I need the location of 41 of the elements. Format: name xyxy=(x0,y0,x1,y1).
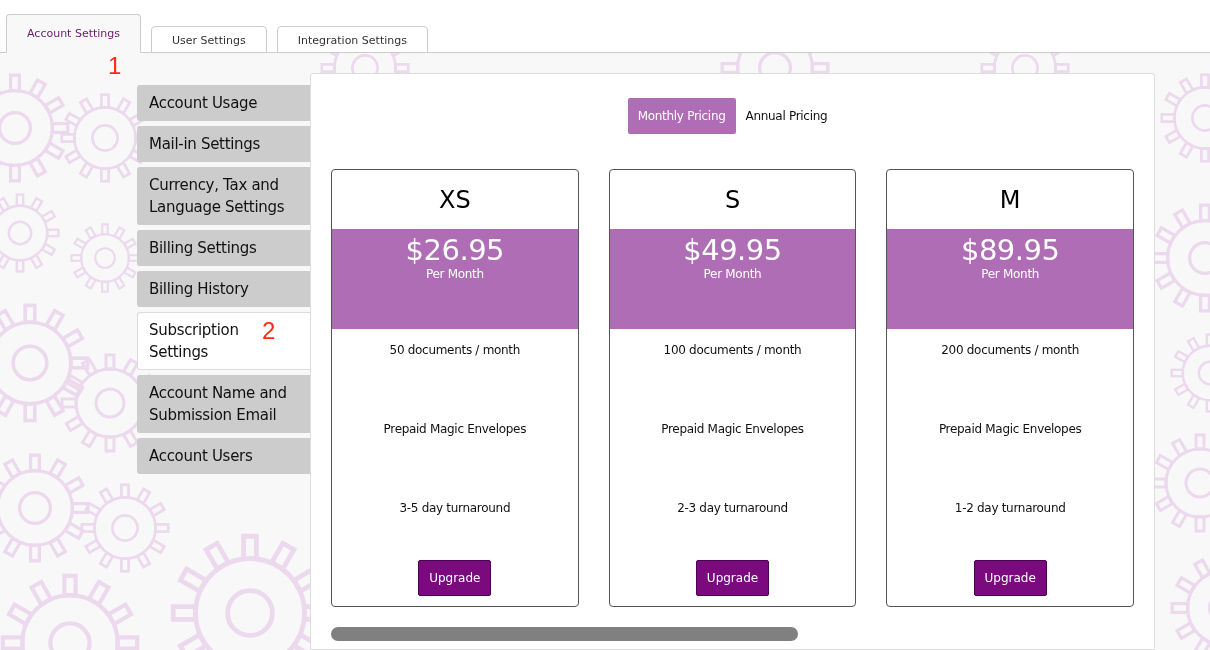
plan-feature: 100 documents / month xyxy=(663,342,802,359)
sidebar-item[interactable]: Billing History xyxy=(137,271,310,307)
plan-name: M xyxy=(999,184,1021,216)
sidebar-item[interactable]: Account Name and Submission Email xyxy=(137,375,310,433)
settings-tab[interactable]: Integration Settings xyxy=(276,26,428,53)
settings-tab[interactable]: Account Settings xyxy=(6,14,142,53)
plan-price: $49.95 xyxy=(683,233,782,267)
sidebar-item[interactable]: Mail-in Settings xyxy=(137,126,310,162)
price-period: Per Month xyxy=(425,267,484,281)
plan-feature: 50 documents / month xyxy=(389,342,521,359)
horizontal-scrollbar[interactable] xyxy=(331,627,798,641)
plan-feature: Prepaid Magic Envelopes xyxy=(661,421,804,438)
settings-tab[interactable]: User Settings xyxy=(151,26,267,53)
gear-icon xyxy=(70,223,140,293)
price-period: Per Month xyxy=(703,267,762,281)
annotation-number: 2 xyxy=(262,319,276,343)
sidebar-item[interactable]: Account Users xyxy=(137,438,310,474)
sidebar-item[interactable]: Account Usage xyxy=(137,85,310,121)
gear-icon xyxy=(0,303,90,423)
annotation-number: 1 xyxy=(108,54,122,78)
plan-price: $89.95 xyxy=(960,233,1060,267)
plan-feature: 200 documents / month xyxy=(941,342,1080,359)
sidebar-item[interactable]: Currency, Tax and Language Settings xyxy=(137,167,310,225)
price-period: Per Month xyxy=(981,267,1040,281)
plan-feature: 2-3 day turnaround xyxy=(677,500,788,517)
sidebar-item[interactable]: Billing Settings xyxy=(137,230,310,266)
plan-feature: 3-5 day turnaround xyxy=(399,500,511,517)
upgrade-button[interactable]: Upgrade xyxy=(973,560,1047,596)
upgrade-button[interactable]: Upgrade xyxy=(695,560,770,596)
pricing-toggle-button[interactable]: Monthly Pricing xyxy=(627,98,736,134)
plan-price: $26.95 xyxy=(405,233,505,267)
plan-feature: 1-2 day turnaround xyxy=(954,500,1066,517)
plan-feature: Prepaid Magic Envelopes xyxy=(938,421,1082,438)
pricing-toggle-button[interactable]: Annual Pricing xyxy=(735,98,838,134)
sidebar-item[interactable]: Subscription Settings 2 xyxy=(137,312,310,370)
plan-name: XS xyxy=(439,184,471,216)
upgrade-button[interactable]: Upgrade xyxy=(418,560,492,596)
plan-name: S xyxy=(724,184,741,216)
gear-icon xyxy=(0,453,90,563)
gear-icon xyxy=(0,193,60,273)
plan-feature: Prepaid Magic Envelopes xyxy=(383,421,527,438)
